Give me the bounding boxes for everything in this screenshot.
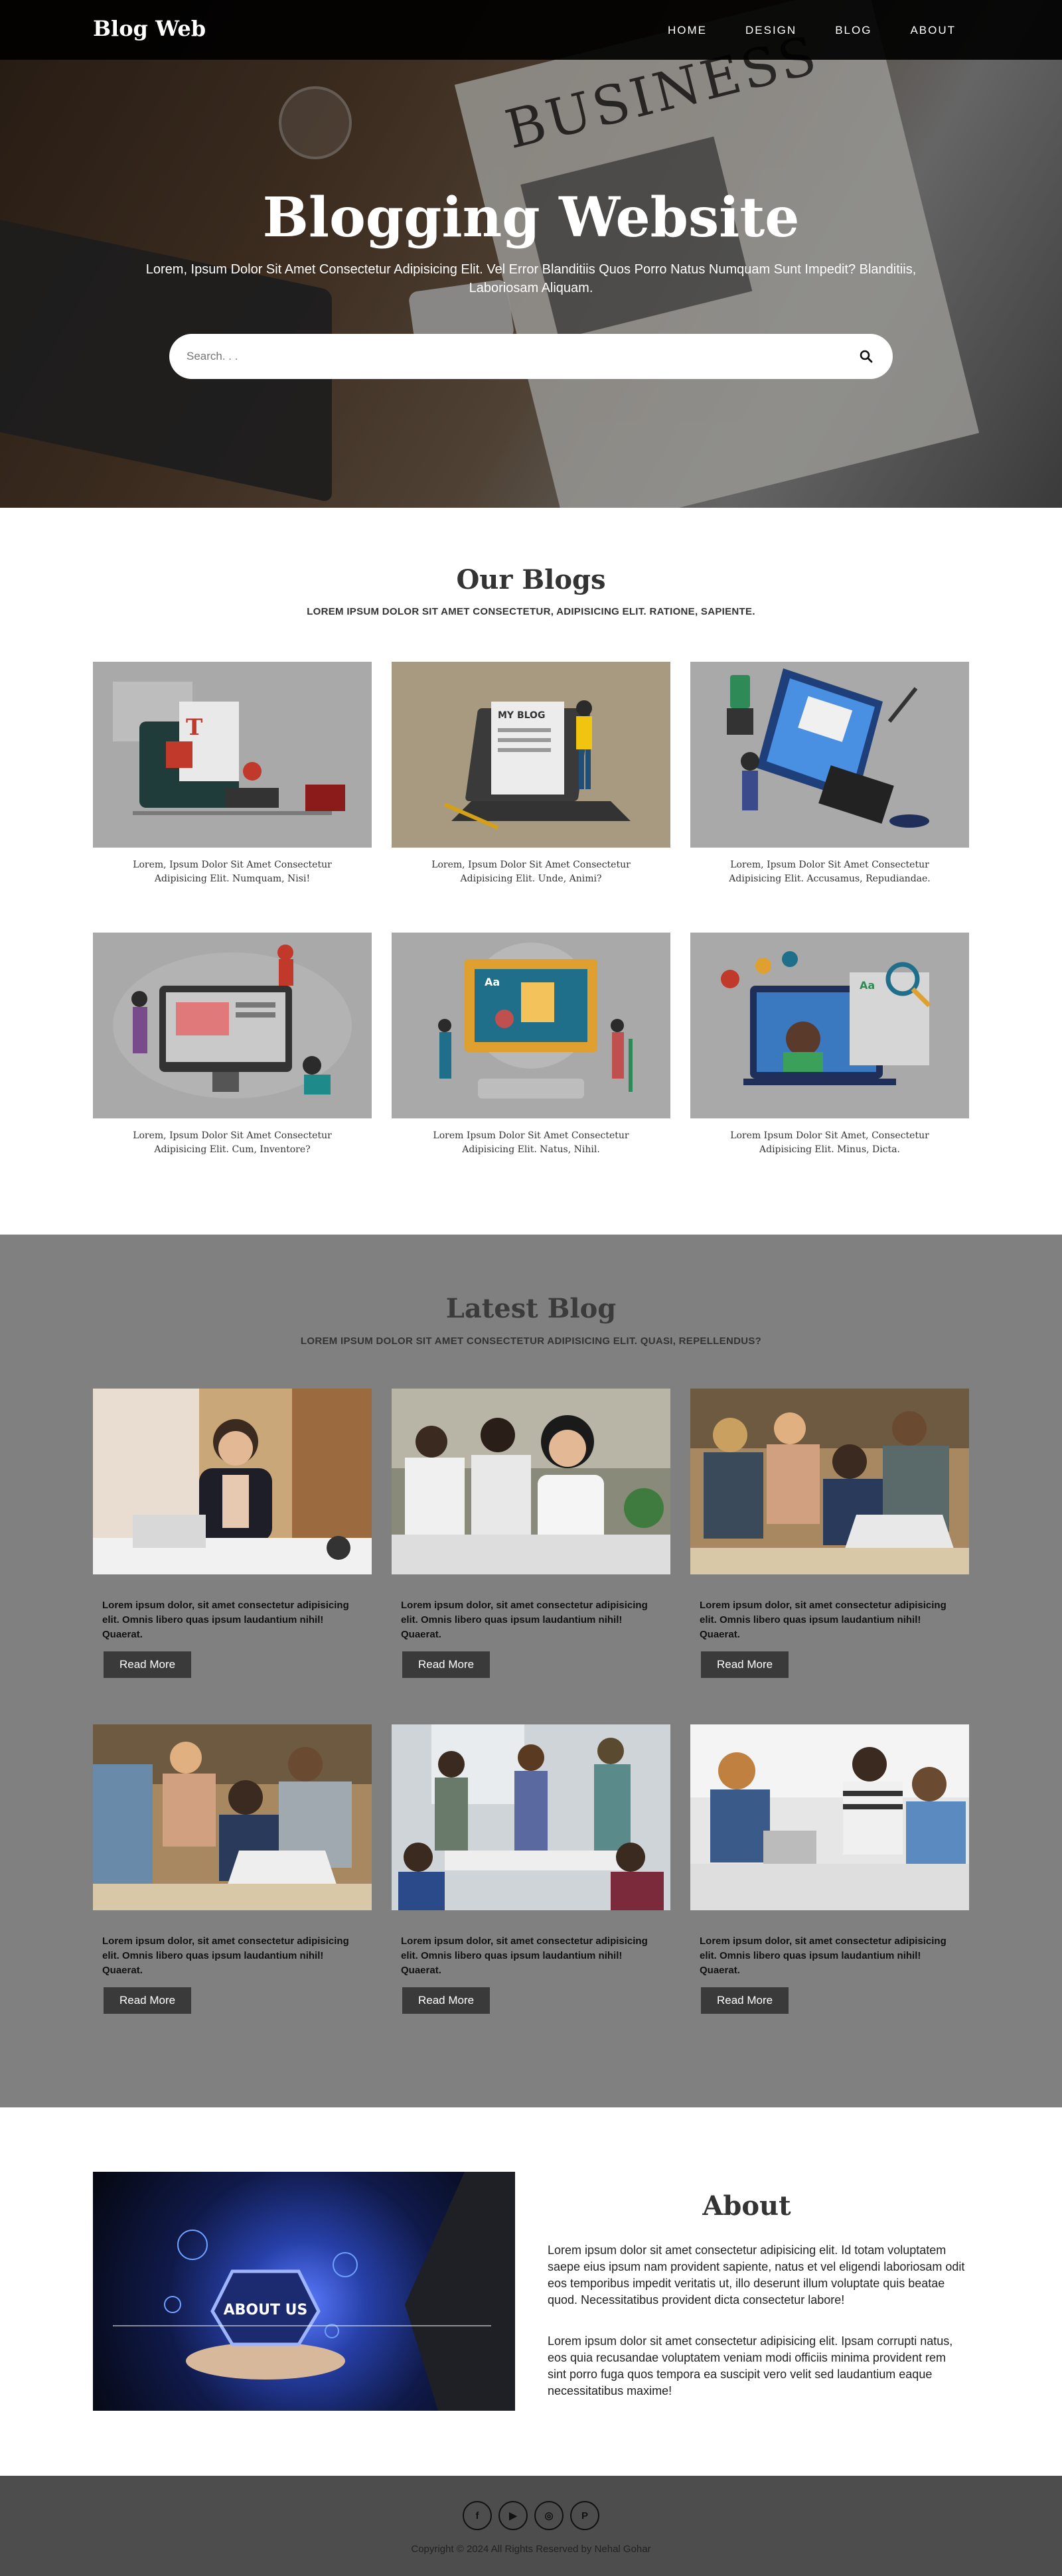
latest-card-text: Lorem ipsum dolor, sit amet consectetur … <box>401 1600 648 1640</box>
nav-blog-link[interactable]: BLOG <box>835 24 872 37</box>
latest-photo <box>690 1389 969 1574</box>
svg-text:T: T <box>186 714 202 741</box>
latest-card-text: Lorem ipsum dolor, sit amet consectetur … <box>401 1935 648 1976</box>
blog-illustration: Aa <box>392 933 670 1118</box>
our-blogs-subtitle: LOREM IPSUM DOLOR SIT AMET CONSECTETUR, … <box>307 606 755 617</box>
blog-caption: Lorem, Ipsum Dolor Sit Amet Consectetur … <box>431 860 631 884</box>
about-paragraph-2: Lorem ipsum dolor sit amet consectetur a… <box>548 2334 953 2397</box>
main-menu: HOME DESIGN BLOG ABOUT <box>668 24 956 37</box>
latest-card: Lorem ipsum dolor, sit amet consectetur … <box>392 1389 670 1678</box>
latest-blog-title: Latest Blog <box>445 1293 617 1324</box>
blog-card[interactable]: MY BLOG Lorem, Ipsum Dolor Sit Amet Cons… <box>392 662 670 886</box>
latest-photo <box>690 1724 969 1910</box>
read-more-button[interactable]: Read More <box>104 1987 192 2014</box>
latest-photo <box>392 1724 670 1910</box>
blog-card[interactable]: Lorem, Ipsum Dolor Sit Amet Consectetur … <box>93 933 372 1157</box>
blog-illustration <box>690 662 969 848</box>
read-more-button[interactable]: Read More <box>104 1651 192 1678</box>
read-more-button[interactable]: Read More <box>701 1987 789 2014</box>
blog-card[interactable]: Aa Lorem Ipsum Dolor Sit Amet, Consectet… <box>690 933 969 1157</box>
latest-blog-section: Latest Blog LOREM IPSUM DOLOR SIT AMET C… <box>0 1235 1062 2107</box>
about-us-image-label: ABOUT US <box>224 2302 308 2318</box>
about-section: ABOUT US About Lorem ipsum dolor sit ame… <box>0 2107 1062 2476</box>
read-more-button[interactable]: Read More <box>402 1987 491 2014</box>
youtube-icon[interactable]: ▶ <box>498 2501 528 2530</box>
pinterest-icon[interactable]: P <box>570 2501 599 2530</box>
search-input[interactable] <box>187 347 824 366</box>
svg-text:Aa: Aa <box>860 979 875 992</box>
read-more-button[interactable]: Read More <box>701 1651 789 1678</box>
our-blogs-title: Our Blogs <box>456 564 606 595</box>
read-more-button[interactable]: Read More <box>402 1651 491 1678</box>
nav-home-link[interactable]: HOME <box>668 24 707 37</box>
blog-caption: Lorem, Ipsum Dolor Sit Amet Consectetur … <box>133 1130 332 1155</box>
latest-card: Lorem ipsum dolor, sit amet consectetur … <box>392 1724 670 2014</box>
hero-section: BUSINESS Blogging Website Lorem, Ipsum D… <box>0 0 1062 508</box>
about-paragraph-1: Lorem ipsum dolor sit amet consectetur a… <box>548 2243 965 2307</box>
copyright-text: Copyright © 2024 All Rights Reserved by … <box>411 2543 651 2555</box>
latest-card: Lorem ipsum dolor, sit amet consectetur … <box>690 1724 969 2014</box>
latest-photo <box>392 1389 670 1574</box>
blog-illustration <box>93 933 372 1118</box>
facebook-icon[interactable]: f <box>463 2501 492 2530</box>
blog-illustration: Aa <box>690 933 969 1118</box>
latest-blog-subtitle: LOREM IPSUM DOLOR SIT AMET CONSECTETUR A… <box>300 1335 762 1347</box>
latest-photo <box>93 1389 372 1574</box>
blog-illustration: T <box>93 662 372 848</box>
blog-card[interactable]: Lorem, Ipsum Dolor Sit Amet Consectetur … <box>690 662 969 886</box>
blog-card[interactable]: T Lorem, Ipsum Dolor Sit Amet Consectetu… <box>93 662 372 886</box>
latest-card: Lorem ipsum dolor, sit amet consectetur … <box>690 1389 969 1678</box>
blog-illustration: MY BLOG <box>392 662 670 848</box>
top-navbar: Blog Web HOME DESIGN BLOG ABOUT <box>0 0 1062 60</box>
social-links: f ▶ ◎ P <box>463 2501 599 2530</box>
latest-card-text: Lorem ipsum dolor, sit amet consectetur … <box>700 1935 947 1976</box>
latest-card: Lorem ipsum dolor, sit amet consectetur … <box>93 1389 372 1678</box>
brand-logo[interactable]: Blog Web <box>93 16 206 41</box>
hero-overlay <box>0 0 1062 508</box>
blog-caption: Lorem Ipsum Dolor Sit Amet Consectetur A… <box>433 1130 629 1155</box>
nav-about-link[interactable]: ABOUT <box>910 24 956 37</box>
svg-text:MY BLOG: MY BLOG <box>498 710 545 721</box>
nav-design-link[interactable]: DESIGN <box>745 24 796 37</box>
latest-card-text: Lorem ipsum dolor, sit amet consectetur … <box>102 1935 349 1976</box>
search-bar <box>169 334 893 379</box>
blog-caption: Lorem Ipsum Dolor Sit Amet, Consectetur … <box>730 1130 929 1155</box>
instagram-icon[interactable]: ◎ <box>534 2501 564 2530</box>
latest-photo <box>93 1724 372 1910</box>
about-us-image: ABOUT US <box>93 2172 515 2411</box>
blog-card[interactable]: Aa Lorem Ipsum Dolor Sit Amet Consectetu… <box>392 933 670 1157</box>
latest-card: Lorem ipsum dolor, sit amet consectetur … <box>93 1724 372 2014</box>
blog-caption: Lorem, Ipsum Dolor Sit Amet Consectetur … <box>133 860 332 884</box>
search-icon[interactable] <box>857 347 875 366</box>
svg-text:Aa: Aa <box>485 976 500 988</box>
latest-card-text: Lorem ipsum dolor, sit amet consectetur … <box>102 1600 349 1640</box>
footer: f ▶ ◎ P Copyright © 2024 All Rights Rese… <box>0 2476 1062 2576</box>
hero-title: Blogging Website <box>262 186 800 250</box>
blog-caption: Lorem, Ipsum Dolor Sit Amet Consectetur … <box>729 860 931 884</box>
our-blogs-section: Our Blogs LOREM IPSUM DOLOR SIT AMET CON… <box>0 508 1062 1235</box>
latest-card-text: Lorem ipsum dolor, sit amet consectetur … <box>700 1600 947 1640</box>
hero-subtitle: Lorem, Ipsum Dolor Sit Amet Consectetur … <box>145 262 917 295</box>
about-title: About <box>702 2190 791 2222</box>
